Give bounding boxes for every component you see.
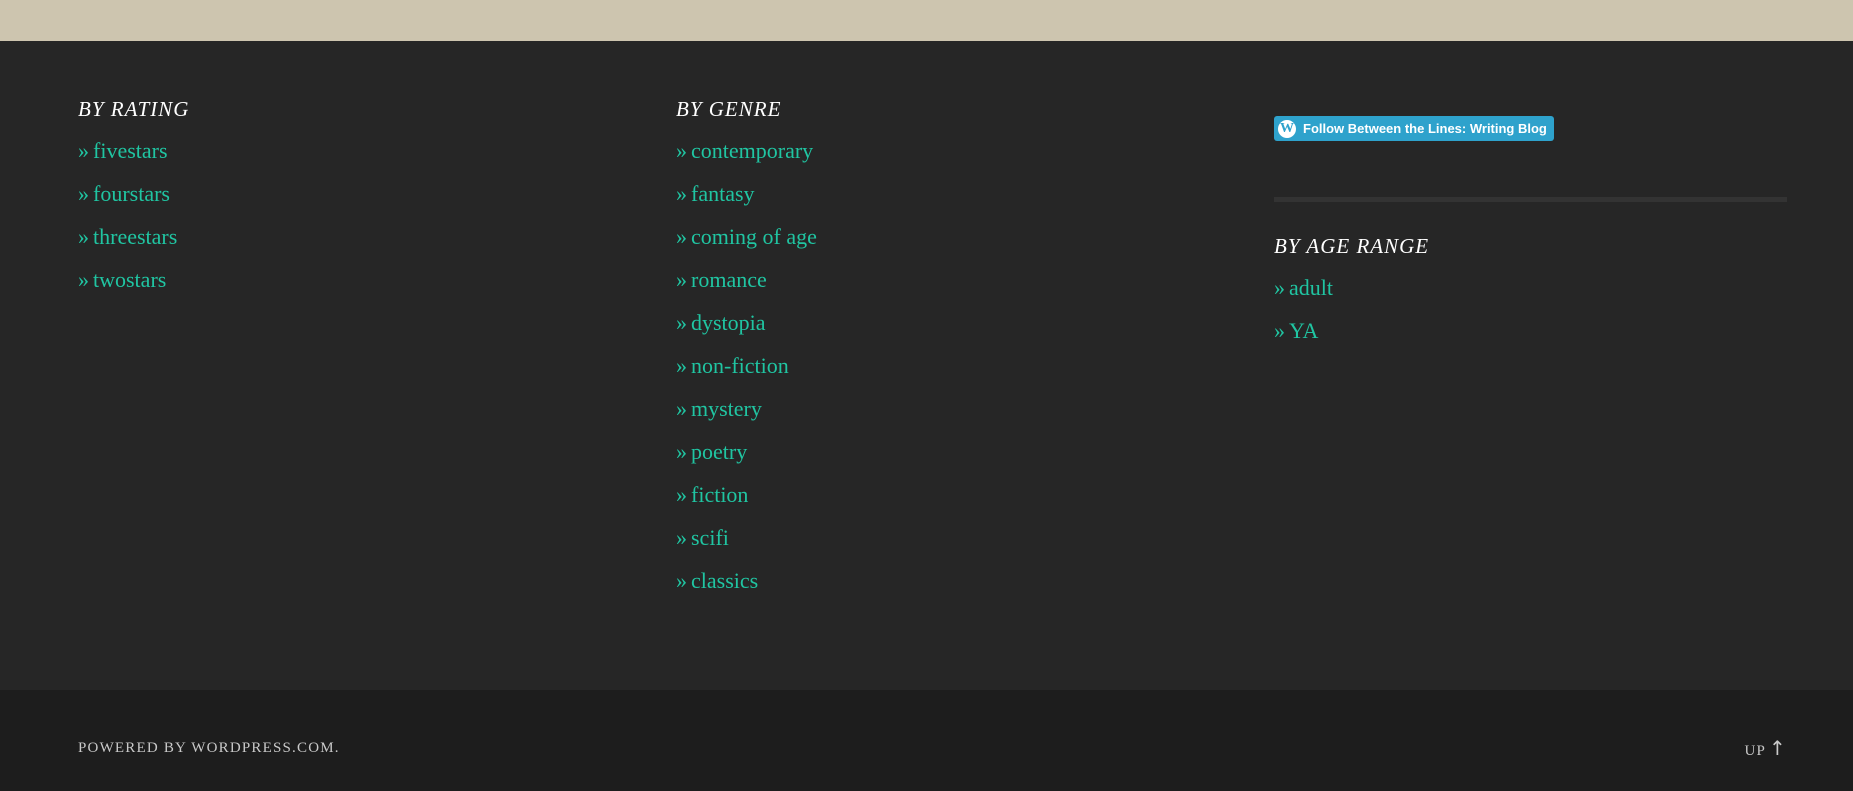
arrow-up-icon: ↑ [1769,736,1787,760]
category-link-classics[interactable]: classics [691,568,758,593]
footer-widget-area: BY RATING » fivestars » fourstars » threest… [0,41,1853,690]
bullet: » [1274,275,1285,300]
list-item: » classics [676,568,817,611]
list-item: » twostars [78,267,177,310]
list-item: » coming of age [676,224,817,267]
list-item: » scifi [676,525,817,568]
bullet: » [676,138,687,163]
category-link-fourstars[interactable]: fourstars [93,181,170,206]
category-link-fiction[interactable]: fiction [691,482,748,507]
bullet: » [676,439,687,464]
rating-list: » fivestars » fourstars » threestars » twost… [78,138,177,310]
bullet: » [78,267,89,292]
back-to-top-link[interactable]: UP ↑ [1744,736,1787,760]
bullet: » [676,568,687,593]
bullet: » [78,181,89,206]
bullet: » [676,224,687,249]
category-link-contemporary[interactable]: contemporary [691,138,813,163]
follow-blog-button[interactable]: W Follow Between the Lines: Writing Blog [1274,116,1554,141]
list-item: » romance [676,267,817,310]
bullet: » [676,353,687,378]
category-link-coming-of-age[interactable]: coming of age [691,224,817,249]
list-item: » fiction [676,482,817,525]
bullet: » [676,525,687,550]
bullet: » [676,482,687,507]
bullet: » [676,310,687,335]
category-link-adult[interactable]: adult [1289,275,1333,300]
site-footer: POWERED BY WORDPRESS.COM. UP ↑ [0,690,1853,791]
list-item: » contemporary [676,138,817,181]
list-item: » fivestars [78,138,177,181]
powered-by-text: POWERED BY [78,740,192,756]
age-list: » adult » YA [1274,275,1333,361]
widget-divider [1274,197,1787,202]
list-item: » fourstars [78,181,177,224]
genre-widget-title: BY GENRE [676,97,782,121]
header-band [0,0,1853,41]
bullet: » [78,138,89,163]
category-link-scifi[interactable]: scifi [691,525,729,550]
genre-list: » contemporary » fantasy » coming of age » r… [676,138,817,611]
list-item: » adult [1274,275,1333,318]
list-item: » poetry [676,439,817,482]
follow-button-label: Follow Between the Lines: Writing Blog [1303,121,1547,136]
list-item: » dystopia [676,310,817,353]
category-link-mystery[interactable]: mystery [691,396,762,421]
category-link-fantasy[interactable]: fantasy [691,181,755,206]
up-label: UP [1744,743,1767,759]
category-link-fivestars[interactable]: fivestars [93,138,168,163]
bullet: » [676,267,687,292]
wordpress-link[interactable]: WORDPRESS.COM [191,740,335,756]
list-item: » threestars [78,224,177,267]
bullet: » [1274,318,1285,343]
category-link-ya[interactable]: YA [1289,318,1318,343]
site-credits: POWERED BY WORDPRESS.COM. [78,740,340,757]
category-link-threestars[interactable]: threestars [93,224,177,249]
list-item: » fantasy [676,181,817,224]
category-link-romance[interactable]: romance [691,267,767,292]
list-item: » non-fiction [676,353,817,396]
credits-period: . [334,740,340,756]
age-widget-title: BY AGE RANGE [1274,234,1430,258]
category-link-dystopia[interactable]: dystopia [691,310,766,335]
wordpress-icon: W [1278,119,1296,138]
category-link-poetry[interactable]: poetry [691,439,747,464]
list-item: » YA [1274,318,1333,361]
bullet: » [676,181,687,206]
rating-widget-title: BY RATING [78,97,190,121]
bullet: » [78,224,89,249]
bullet: » [676,396,687,421]
category-link-non-fiction[interactable]: non-fiction [691,353,789,378]
list-item: » mystery [676,396,817,439]
category-link-twostars[interactable]: twostars [93,267,166,292]
